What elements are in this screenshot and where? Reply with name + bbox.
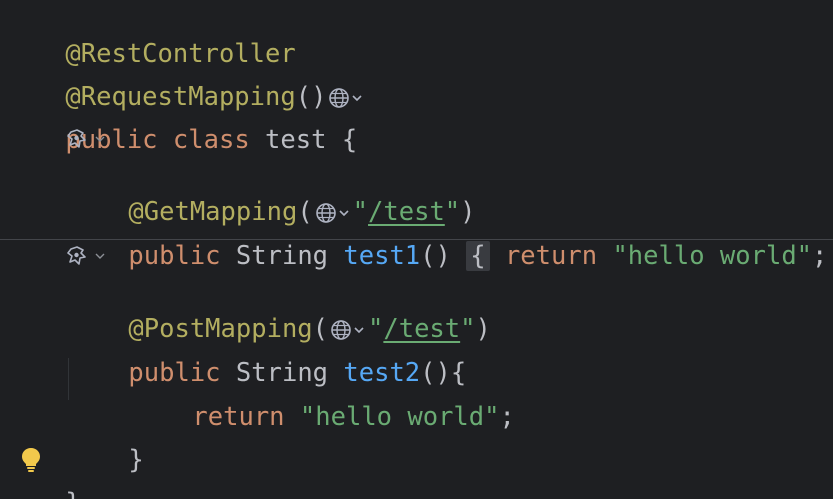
keyword-class: class <box>172 125 250 155</box>
class-name: test <box>265 125 327 155</box>
code-line-12[interactable]: } <box>4 449 80 499</box>
code-line-6[interactable]: public String test1() { return "hello wo… <box>67 202 833 271</box>
code-line-9[interactable]: public String test2(){ <box>67 319 466 388</box>
close-brace: } <box>128 445 144 475</box>
chevron-down-icon <box>95 253 105 259</box>
method-separator <box>0 239 833 240</box>
keyword-public: public <box>128 241 221 271</box>
code-line-8[interactable]: @PostMapping("/test") <box>67 275 490 344</box>
close-paren: ) <box>475 314 491 344</box>
code-line-10[interactable]: return "hello world"; <box>131 363 514 432</box>
keyword-return: return <box>504 241 598 271</box>
type-string: String <box>235 241 329 271</box>
code-line-2[interactable]: @RequestMapping() <box>4 43 366 112</box>
keyword-return: return <box>192 402 285 432</box>
string-literal: "hello world" <box>299 402 500 432</box>
close-brace: } <box>65 488 80 499</box>
spring-bean-icon <box>67 129 86 148</box>
intention-bulb[interactable] <box>20 447 42 480</box>
string-literal: "hello world" <box>612 241 813 271</box>
open-brace: { <box>341 125 358 155</box>
spring-bean-icon <box>67 246 86 265</box>
folded-brace-open[interactable]: { <box>466 241 490 271</box>
code-line-5[interactable]: @GetMapping("/test") <box>67 158 475 227</box>
lightbulb-icon <box>22 448 40 472</box>
indent-guide <box>68 358 69 400</box>
bean-inlay-2[interactable] <box>66 245 106 267</box>
bean-inlay-1[interactable] <box>66 128 106 150</box>
semicolon: ; <box>812 241 828 271</box>
semicolon: ; <box>499 402 515 432</box>
code-editor[interactable]: @RestController @RequestMapping() public… <box>0 0 833 499</box>
method-name: test1 <box>343 241 421 271</box>
code-line-3[interactable]: public class test { <box>4 86 357 155</box>
parens: () <box>420 241 451 271</box>
chevron-down-icon <box>95 136 105 142</box>
code-line-1[interactable]: @RestController <box>4 0 295 69</box>
code-line-11[interactable]: } <box>67 406 143 475</box>
